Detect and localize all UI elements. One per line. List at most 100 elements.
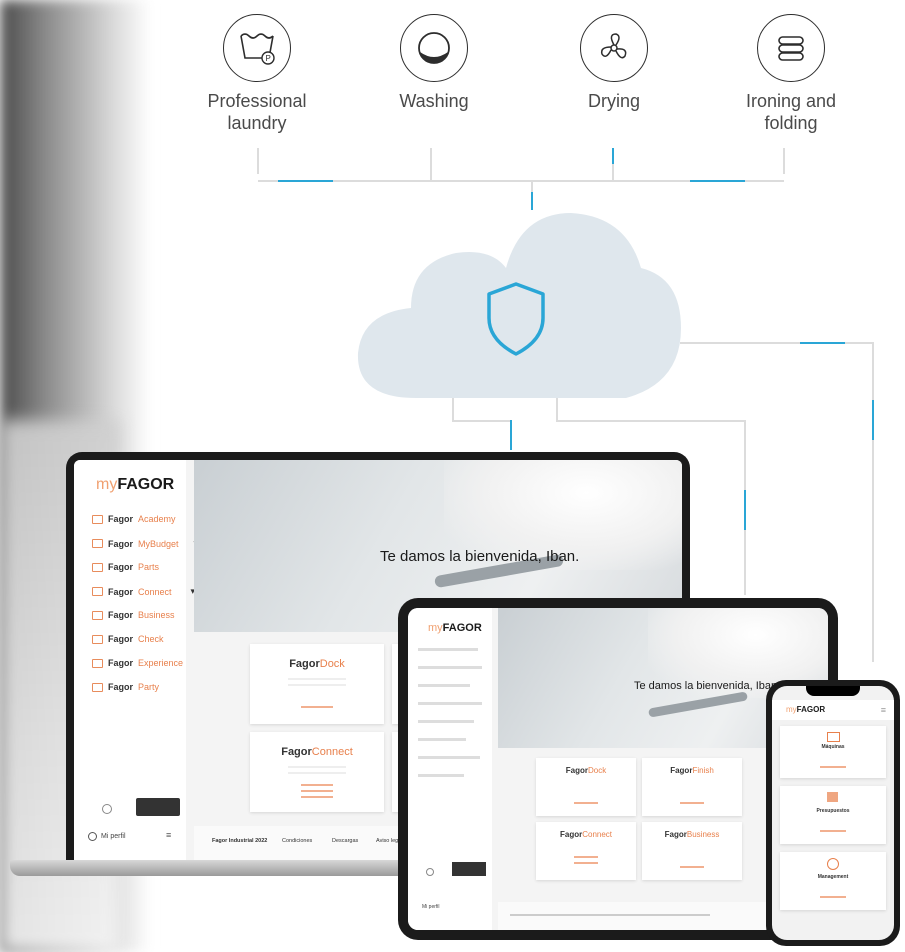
service-label-line1: Washing <box>399 91 469 111</box>
welcome-heading: Te damos la bienvenida, Iban. <box>380 548 580 565</box>
card-text <box>287 684 347 686</box>
card-title: FagorDock <box>289 658 345 670</box>
card-link[interactable] <box>574 856 598 858</box>
sidebar-item-check[interactable]: Fagor Check <box>92 634 164 644</box>
card-link[interactable] <box>574 862 598 864</box>
budget-icon <box>827 792 838 802</box>
menu-icon <box>92 539 103 548</box>
profile-link[interactable]: Mi perfil <box>88 832 126 841</box>
connector-accent <box>612 148 614 164</box>
sidebar-item-party[interactable]: Fagor Party <box>92 682 159 692</box>
card-link[interactable] <box>820 766 846 768</box>
sidebar-item[interactable] <box>418 702 482 705</box>
sidebar-item-academy[interactable]: Fagor Academy <box>92 514 176 524</box>
settings-icon[interactable] <box>426 868 434 876</box>
sidebar-item[interactable] <box>418 684 470 687</box>
tablet-screen: myFAGOR Mi perfil Te damos la bienvenida… <box>408 608 828 930</box>
connector-accent <box>800 342 845 344</box>
footer-links <box>510 914 710 916</box>
connector-line <box>783 148 785 174</box>
card-text <box>287 678 347 680</box>
laptop-base <box>10 860 410 876</box>
card-link[interactable] <box>680 802 704 804</box>
card-text <box>287 772 347 774</box>
phone-notch <box>806 686 860 696</box>
tablet-sidebar: myFAGOR Mi perfil <box>408 608 492 930</box>
card-fagor-dock[interactable]: FagorDock <box>536 758 636 816</box>
connector-line <box>556 420 746 422</box>
connector-line <box>872 342 874 662</box>
sidebar-item[interactable] <box>418 774 464 777</box>
service-professional-laundry: P Professional laundry <box>182 14 332 134</box>
connector-line <box>430 148 432 180</box>
card-link[interactable] <box>300 784 334 786</box>
menu-icon <box>92 562 103 572</box>
card-fagor-finish[interactable]: FagorFinish <box>642 758 742 816</box>
card-link[interactable] <box>680 866 704 868</box>
profile-link[interactable]: Mi perfil <box>422 904 440 910</box>
folded-linen-icon <box>757 14 825 82</box>
connector-accent <box>690 180 745 182</box>
menu-icon <box>92 610 103 620</box>
service-ironing-folding: Ironing and folding <box>716 14 866 134</box>
menu-icon <box>92 658 103 668</box>
collapse-menu-icon[interactable]: ≡ <box>166 830 171 840</box>
svg-text:P: P <box>266 54 271 63</box>
settings-icon[interactable] <box>102 804 112 814</box>
sidebar-item[interactable] <box>418 720 474 723</box>
service-label-line1: Drying <box>587 91 640 111</box>
card-link[interactable] <box>300 706 334 708</box>
phone-card-machines[interactable]: Máquinas <box>780 726 886 778</box>
menu-icon <box>92 587 103 596</box>
sidebar-item[interactable] <box>418 738 466 741</box>
card-link[interactable] <box>820 830 846 832</box>
sidebar-item-experience[interactable]: Fagor Experience <box>92 658 183 668</box>
menu-icon <box>92 634 103 644</box>
fan-icon <box>580 14 648 82</box>
connector-accent <box>744 490 746 530</box>
card-link[interactable] <box>300 796 334 798</box>
phone-card-management[interactable]: Management <box>780 852 886 910</box>
brand-logo: myFAGOR <box>428 622 482 634</box>
laundry-tub-icon: P <box>223 14 291 82</box>
dark-mode-toggle[interactable] <box>136 798 180 816</box>
footer-link-conditions[interactable]: Condiciones <box>282 838 312 844</box>
sidebar-item[interactable] <box>418 648 478 651</box>
sidebar-item-business[interactable]: Fagor Business <box>92 610 175 620</box>
service-label-line2: laundry <box>227 113 287 133</box>
card-text <box>287 766 347 768</box>
sidebar-item[interactable] <box>418 666 482 669</box>
card-link[interactable] <box>300 790 334 792</box>
sidebar-item-connect[interactable]: Fagor Connect ▾ <box>92 586 195 597</box>
service-label-line2: folding <box>764 113 818 133</box>
connector-accent <box>510 420 512 450</box>
brand-logo: myFAGOR <box>96 476 175 493</box>
card-title: Máquinas <box>821 744 845 750</box>
menu-icon[interactable]: ≡ <box>881 705 886 715</box>
card-title: FagorDock <box>565 766 607 775</box>
card-fagor-connect[interactable]: FagorConnect <box>536 822 636 880</box>
card-link[interactable] <box>574 802 598 804</box>
phone-card-budgets[interactable]: Presupuestos <box>780 786 886 844</box>
shield-icon <box>487 282 545 356</box>
dark-mode-toggle[interactable] <box>452 862 486 876</box>
sidebar-item-mybudget[interactable]: FagorMyBudget▾ <box>92 538 198 549</box>
footer-link-downloads[interactable]: Descargas <box>332 838 358 844</box>
card-fagor-dock[interactable]: FagorDock <box>250 644 384 724</box>
phone-header: myFAGOR ≡ <box>772 700 894 720</box>
sidebar-item-parts[interactable]: Fagor Parts <box>92 562 159 572</box>
service-label-line1: Ironing and <box>745 91 837 111</box>
card-fagor-business[interactable]: FagorBusiness <box>642 822 742 880</box>
card-title: FagorFinish <box>670 766 714 775</box>
connector-line <box>556 398 558 420</box>
card-title: FagorBusiness <box>664 830 720 839</box>
card-title: Management <box>817 874 849 880</box>
globe-icon <box>827 858 839 870</box>
card-title: FagorConnect <box>559 830 613 839</box>
phone-screen: myFAGOR ≡ Máquinas Presupuestos Manageme… <box>772 686 894 940</box>
card-link[interactable] <box>820 896 846 898</box>
sidebar-item[interactable] <box>418 756 480 759</box>
card-fagor-connect[interactable]: FagorConnect <box>250 732 384 812</box>
laptop-sidebar: myFAGOR FagorAcademy FagorMyBudget▾ Fago… <box>74 460 198 864</box>
card-title: FagorConnect <box>281 746 353 758</box>
